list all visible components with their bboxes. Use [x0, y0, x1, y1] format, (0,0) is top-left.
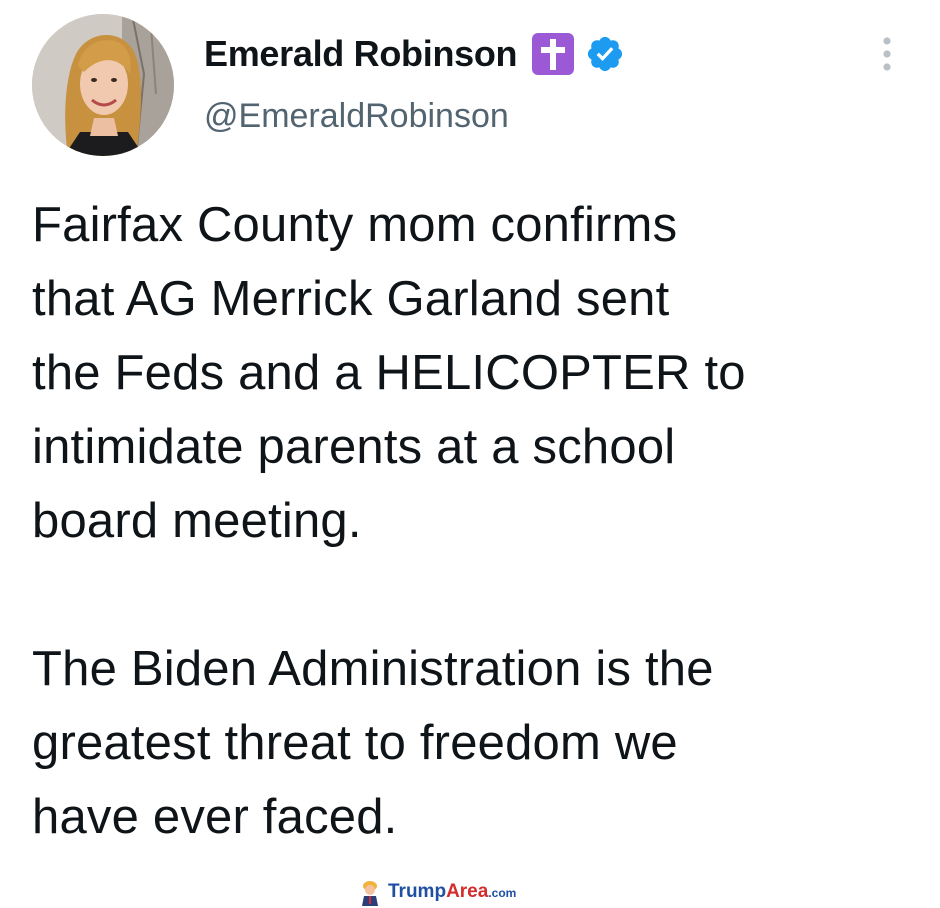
- watermark-brand-domain: .com: [488, 886, 517, 900]
- tweet-line: have ever faced.: [32, 790, 398, 844]
- author-handle[interactable]: @EmeraldRobinson: [204, 94, 509, 138]
- watermark-brand-trump: Trump: [388, 881, 447, 902]
- avatar-image: [32, 14, 174, 156]
- watermark-logo: TrumpArea.com: [388, 881, 516, 903]
- tweet-line: that AG Merrick Garland sent: [32, 272, 670, 326]
- verified-badge-icon: [585, 34, 625, 74]
- tweet-line: The Biden Administration is the: [32, 642, 714, 696]
- tweet-line: Fairfax County mom confirms: [32, 198, 678, 252]
- tweet-line: greatest threat to freedom we: [32, 716, 678, 770]
- author-display-name[interactable]: Emerald Robinson: [204, 30, 518, 78]
- avatar[interactable]: [32, 14, 174, 156]
- latin-cross-icon: [531, 32, 575, 76]
- tweet-text: Fairfax County mom confirms that AG Merr…: [32, 188, 912, 854]
- author-name-row: Emerald Robinson: [204, 30, 625, 78]
- watermark-brand-area: Area: [446, 881, 489, 902]
- tweet-line: board meeting.: [32, 494, 362, 548]
- tweet-card: Emerald Robinson @EmeraldRobinson Fairfa…: [0, 0, 940, 908]
- tweet-line: intimidate parents at a school: [32, 420, 676, 474]
- watermark-mascot-icon: [362, 881, 378, 906]
- tweet-line: the Feds and a HELICOPTER to: [32, 346, 746, 400]
- watermark: TrumpArea.com: [358, 878, 516, 906]
- more-vertical-icon[interactable]: [872, 34, 902, 74]
